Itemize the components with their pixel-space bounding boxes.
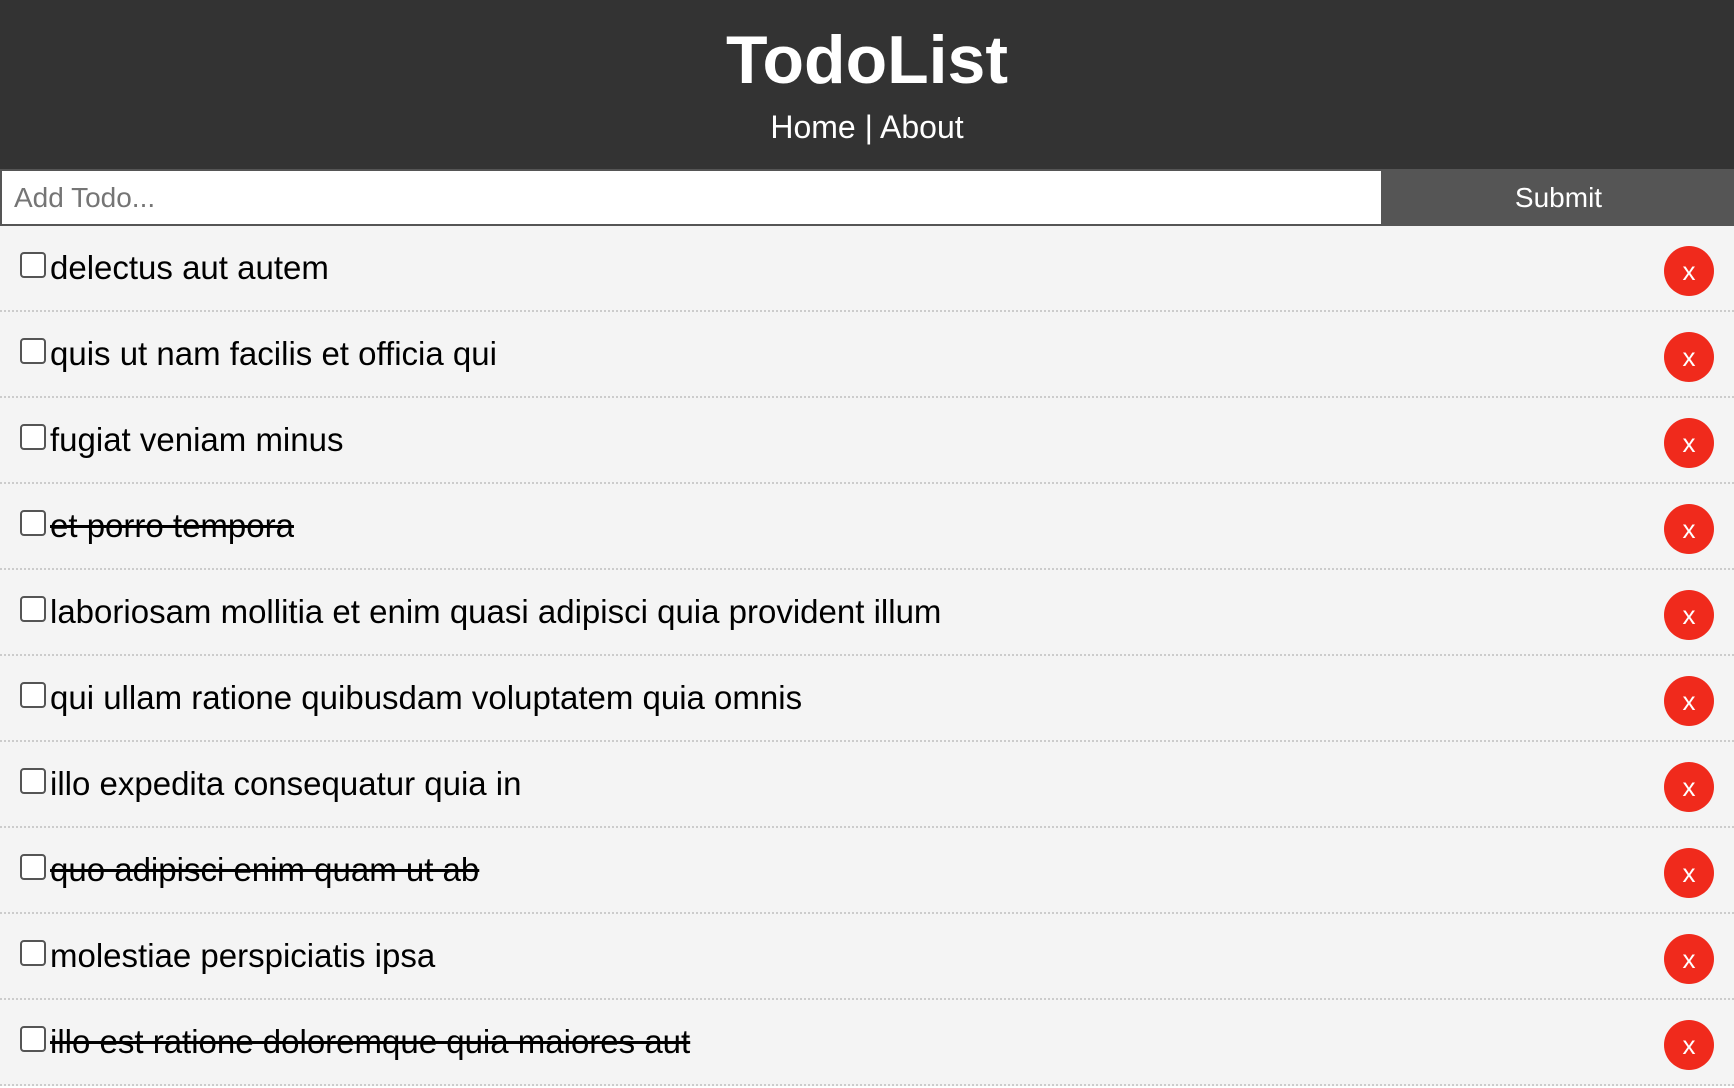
todo-title: illo est ratione doloremque quia maiores… — [50, 1023, 691, 1060]
todo-title: qui ullam ratione quibusdam voluptatem q… — [50, 679, 803, 716]
todo-item: qui ullam ratione quibusdam voluptatem q… — [0, 656, 1734, 742]
todo-item: illo est ratione doloremque quia maiores… — [0, 1000, 1734, 1086]
todo-checkbox[interactable] — [20, 338, 46, 364]
add-todo-input[interactable] — [0, 169, 1383, 226]
todo-list: delectus aut autem x quis ut nam facilis… — [0, 226, 1734, 1086]
todo-checkbox[interactable] — [20, 768, 46, 794]
delete-todo-button[interactable]: x — [1664, 848, 1714, 898]
delete-todo-button[interactable]: x — [1664, 676, 1714, 726]
submit-button[interactable]: Submit — [1383, 169, 1734, 226]
todo-checkbox[interactable] — [20, 1026, 46, 1052]
todo-checkbox[interactable] — [20, 682, 46, 708]
todo-item: fugiat veniam minus x — [0, 398, 1734, 484]
todo-item: delectus aut autem x — [0, 226, 1734, 312]
todo-checkbox[interactable] — [20, 854, 46, 880]
delete-todo-button[interactable]: x — [1664, 246, 1714, 296]
app-title: TodoList — [726, 22, 1008, 98]
todo-title: delectus aut autem — [50, 249, 329, 286]
todo-checkbox[interactable] — [20, 596, 46, 622]
add-todo-form: Submit — [0, 169, 1734, 226]
todo-item: illo expedita consequatur quia in x — [0, 742, 1734, 828]
todo-item: quo adipisci enim quam ut ab x — [0, 828, 1734, 914]
delete-todo-button[interactable]: x — [1664, 762, 1714, 812]
todo-checkbox[interactable] — [20, 252, 46, 278]
delete-todo-button[interactable]: x — [1664, 590, 1714, 640]
todo-title: molestiae perspiciatis ipsa — [50, 937, 436, 974]
nav-link-about[interactable]: About — [880, 109, 964, 145]
todo-title: quo adipisci enim quam ut ab — [50, 851, 480, 888]
nav-link-home[interactable]: Home — [770, 109, 855, 145]
todo-checkbox[interactable] — [20, 510, 46, 536]
todo-checkbox[interactable] — [20, 424, 46, 450]
todo-checkbox[interactable] — [20, 940, 46, 966]
delete-todo-button[interactable]: x — [1664, 934, 1714, 984]
todo-item: quis ut nam facilis et officia qui x — [0, 312, 1734, 398]
todo-title: laboriosam mollitia et enim quasi adipis… — [50, 593, 942, 630]
todo-title: illo expedita consequatur quia in — [50, 765, 522, 802]
todo-item: et porro tempora x — [0, 484, 1734, 570]
nav-bar: Home | About — [0, 108, 1734, 146]
nav-separator: | — [864, 109, 873, 145]
todo-item: molestiae perspiciatis ipsa x — [0, 914, 1734, 1000]
delete-todo-button[interactable]: x — [1664, 504, 1714, 554]
todo-item: laboriosam mollitia et enim quasi adipis… — [0, 570, 1734, 656]
todo-title: fugiat veniam minus — [50, 421, 344, 458]
todo-title: quis ut nam facilis et officia qui — [50, 335, 497, 372]
todo-title: et porro tempora — [50, 507, 294, 544]
delete-todo-button[interactable]: x — [1664, 418, 1714, 468]
delete-todo-button[interactable]: x — [1664, 1020, 1714, 1070]
app-header: TodoList Home | About — [0, 0, 1734, 169]
delete-todo-button[interactable]: x — [1664, 332, 1714, 382]
